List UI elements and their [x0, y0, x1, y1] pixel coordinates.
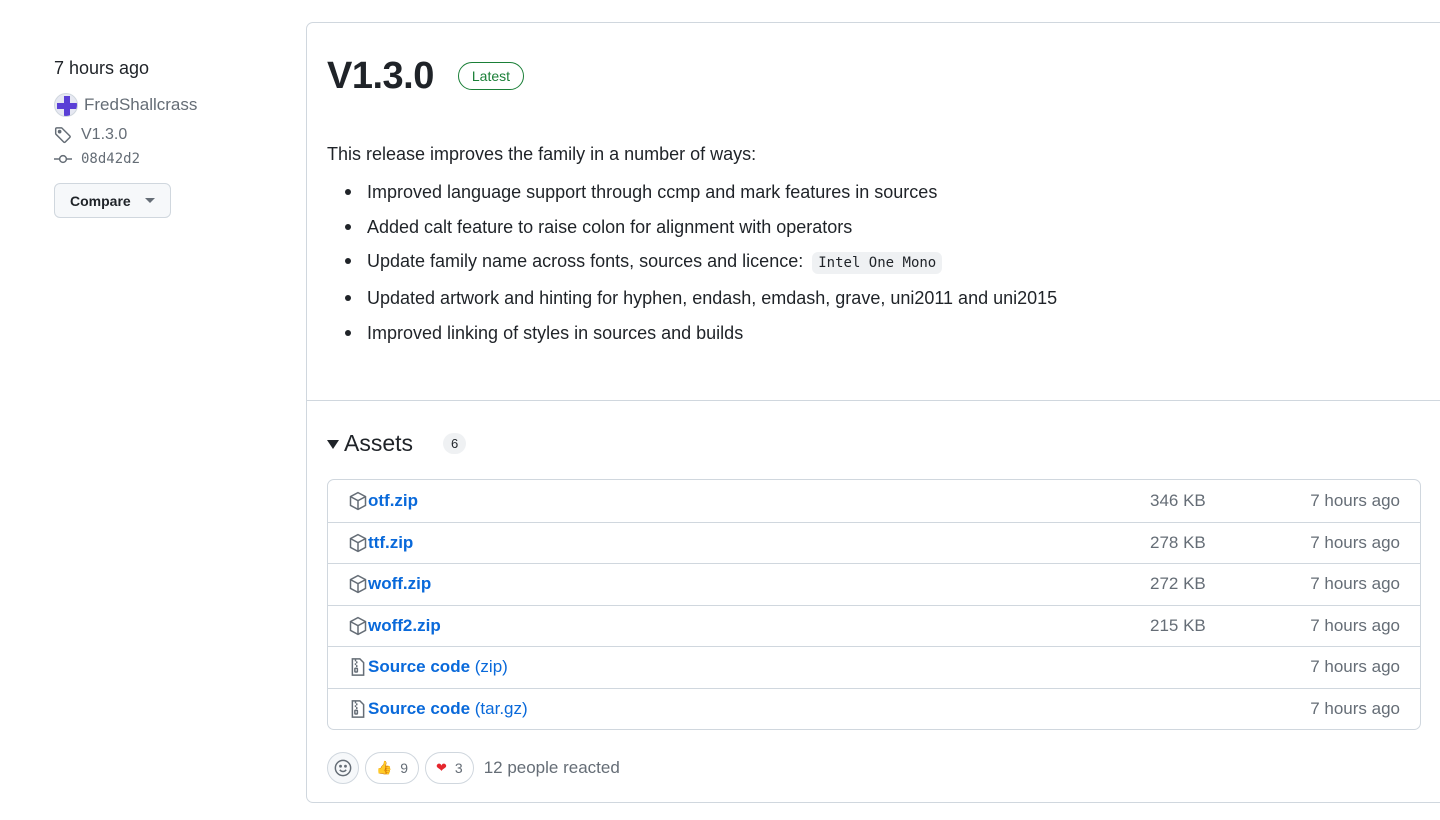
asset-link[interactable]: ttf.zip — [368, 533, 413, 553]
asset-row: Source code (tar.gz) 7 hours ago — [328, 687, 1420, 730]
compare-button[interactable]: Compare — [54, 183, 171, 218]
release-meta: 7 hours ago FredShallcrass V1.3.0 08d42d… — [54, 56, 284, 218]
tag-name[interactable]: V1.3.0 — [81, 126, 127, 144]
asset-size: 346 KB — [1150, 490, 1206, 510]
heart-count: 3 — [454, 760, 463, 776]
release-title[interactable]: V1.3.0 — [327, 55, 434, 98]
file-zip-icon — [348, 699, 368, 719]
asset-size: 278 KB — [1150, 532, 1206, 552]
thumbs-up-count: 9 — [400, 760, 408, 776]
asset-time: 7 hours ago — [1310, 615, 1400, 635]
git-commit-icon — [54, 154, 72, 164]
asset-link[interactable]: Source code (tar.gz) — [368, 699, 528, 719]
thumbs-up-icon: 👍 — [376, 760, 393, 775]
asset-link[interactable]: Source code (zip) — [368, 657, 508, 677]
asset-list: otf.zip 346 KB 7 hours ago ttf.zip 278 K… — [327, 479, 1421, 730]
compare-label: Compare — [70, 192, 131, 209]
asset-row: otf.zip 346 KB 7 hours ago — [328, 480, 1420, 522]
tag-icon — [54, 127, 71, 144]
smiley-icon — [334, 759, 352, 777]
note-item: Added calt feature to raise colon for al… — [327, 214, 1435, 240]
release-notes: Improved language support through ccmp a… — [327, 179, 1435, 346]
tag-link[interactable]: V1.3.0 — [54, 125, 284, 145]
asset-size: 215 KB — [1150, 615, 1206, 635]
asset-row: woff2.zip 215 KB 7 hours ago — [328, 604, 1420, 647]
package-icon — [348, 616, 368, 636]
package-icon — [348, 574, 368, 594]
release-card: V1.3.0 Latest This release improves the … — [306, 22, 1440, 803]
package-icon — [348, 491, 368, 511]
note-item: Improved linking of styles in sources an… — [327, 320, 1435, 346]
inline-code: Intel One Mono — [812, 252, 943, 275]
asset-row: ttf.zip 278 KB 7 hours ago — [328, 521, 1420, 564]
reaction-heart[interactable]: ❤ 3 — [424, 752, 474, 784]
asset-time: 7 hours ago — [1310, 490, 1400, 510]
release-time: 7 hours ago — [54, 58, 150, 78]
reaction-summary: 12 people reacted — [483, 758, 620, 777]
chevron-down-icon — [144, 198, 155, 203]
asset-time: 7 hours ago — [1310, 532, 1400, 552]
release-body: V1.3.0 Latest This release improves the … — [307, 23, 1440, 401]
asset-link[interactable]: otf.zip — [368, 491, 418, 511]
assets-title[interactable]: Assets — [344, 430, 413, 457]
asset-link[interactable]: woff.zip — [368, 574, 431, 594]
release-intro: This release improves the family in a nu… — [327, 144, 757, 164]
note-item: Updated artwork and hinting for hyphen, … — [327, 285, 1435, 311]
asset-time: 7 hours ago — [1310, 574, 1400, 594]
author-name[interactable]: FredShallcrass — [84, 95, 197, 115]
commit-link[interactable]: 08d42d2 — [54, 149, 284, 169]
latest-badge: Latest — [457, 62, 525, 90]
asset-row: woff.zip 272 KB 7 hours ago — [328, 563, 1420, 605]
asset-size: 272 KB — [1150, 574, 1206, 594]
asset-link[interactable]: woff2.zip — [368, 616, 441, 636]
package-icon — [348, 533, 368, 553]
reactions-bar: 👍 9 ❤ 3 12 people reacted — [327, 752, 1435, 784]
avatar[interactable] — [54, 93, 78, 117]
asset-time: 7 hours ago — [1310, 698, 1400, 718]
author-link[interactable]: FredShallcrass — [54, 93, 284, 117]
assets-toggle[interactable]: Assets 6 — [327, 427, 1435, 459]
reaction-thumbs-up[interactable]: 👍 9 — [365, 752, 419, 784]
triangle-down-icon[interactable] — [327, 439, 339, 449]
note-item: Improved language support through ccmp a… — [327, 179, 1435, 205]
heart-icon: ❤ — [435, 760, 447, 775]
note-item: Update family name across fonts, sources… — [327, 248, 1435, 276]
asset-time: 7 hours ago — [1310, 657, 1400, 677]
asset-row: Source code (zip) 7 hours ago — [328, 646, 1420, 688]
commit-sha[interactable]: 08d42d2 — [81, 151, 140, 167]
file-zip-icon — [348, 657, 368, 677]
add-reaction-button[interactable] — [327, 752, 359, 784]
assets-count: 6 — [443, 432, 467, 454]
assets-section: Assets 6 otf.zip 346 KB 7 hours ago ttf.… — [307, 401, 1440, 784]
